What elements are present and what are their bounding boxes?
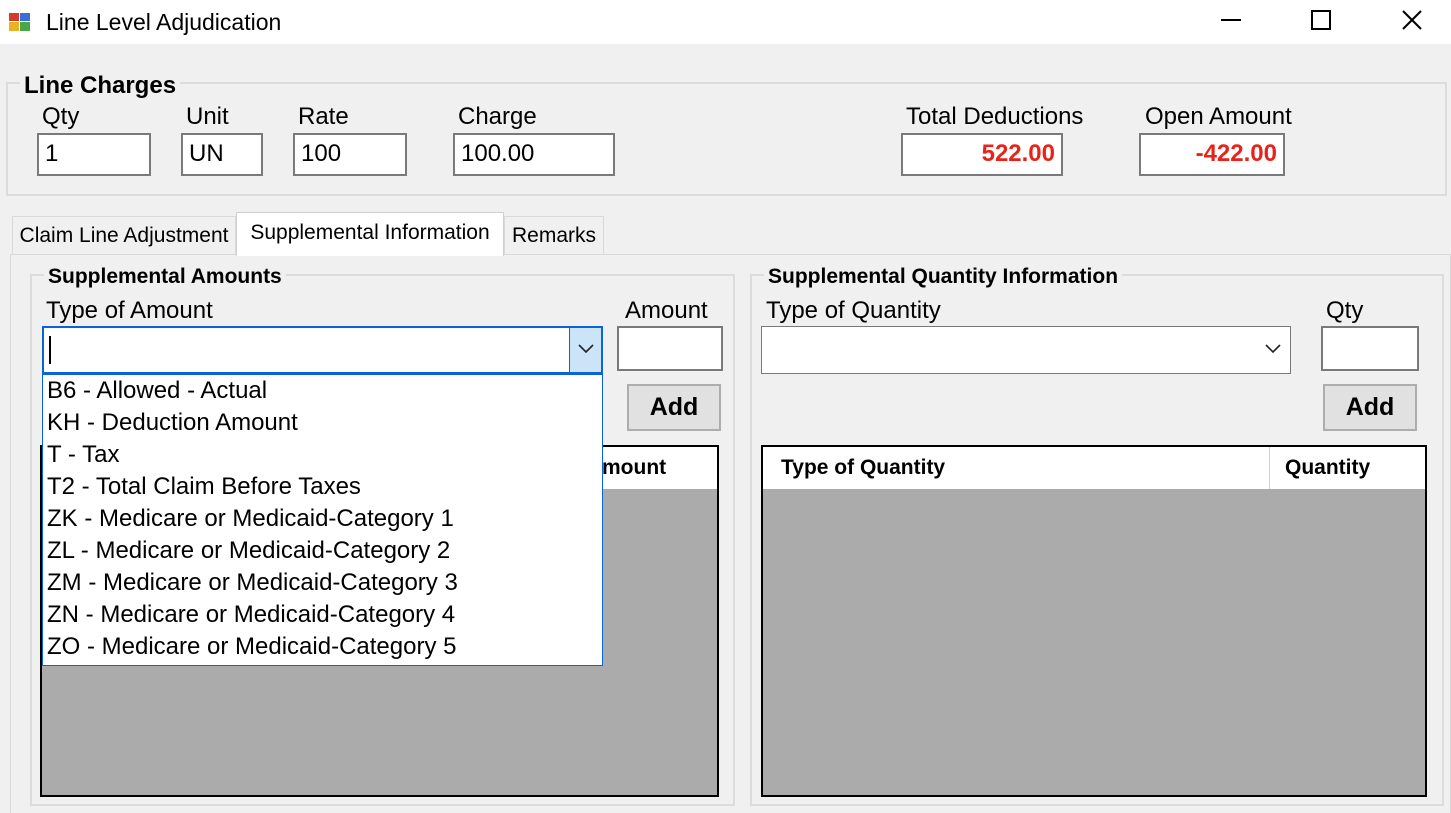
- quantity-grid-header: Type of Quantity Quantity: [763, 447, 1425, 489]
- open-amount-label: Open Amount: [1145, 103, 1292, 130]
- qty-field[interactable]: 1: [37, 133, 151, 176]
- unit-field[interactable]: UN: [181, 133, 263, 176]
- minimize-button[interactable]: [1200, 0, 1262, 44]
- type-of-amount-combo[interactable]: [42, 326, 603, 374]
- amount-field[interactable]: [617, 326, 723, 371]
- window-title: Line Level Adjudication: [46, 9, 282, 35]
- dropdown-option[interactable]: T2 - Total Claim Before Taxes: [43, 471, 602, 503]
- rate-label: Rate: [298, 103, 349, 130]
- quantity-column-header[interactable]: Quantity: [1285, 447, 1370, 489]
- total-deductions-label: Total Deductions: [906, 103, 1084, 130]
- title-bar: Line Level Adjudication: [0, 0, 1451, 44]
- line-charges-legend: Line Charges: [20, 72, 181, 100]
- open-amount-field: -422.00: [1139, 133, 1285, 176]
- tab-claim-line-adjustment[interactable]: Claim Line Adjustment: [12, 216, 236, 254]
- dropdown-option[interactable]: B6 - Allowed - Actual: [43, 375, 602, 407]
- dropdown-option[interactable]: ZO - Medicare or Medicaid-Category 5: [43, 631, 602, 663]
- type-of-amount-label: Type of Amount: [46, 297, 213, 324]
- minimize-icon: [1220, 9, 1242, 36]
- app-icon: [8, 11, 32, 33]
- text-caret: [49, 336, 51, 364]
- total-deductions-field: 522.00: [901, 133, 1063, 176]
- dropdown-option[interactable]: ZK - Medicare or Medicaid-Category 1: [43, 503, 602, 535]
- close-button[interactable]: [1381, 0, 1443, 44]
- type-of-quantity-column-header[interactable]: Type of Quantity: [781, 447, 945, 489]
- quantity-field[interactable]: [1321, 326, 1419, 371]
- supplemental-quantity-legend: Supplemental Quantity Information: [764, 264, 1123, 290]
- type-of-quantity-dropdown-button[interactable]: [1256, 327, 1290, 373]
- dropdown-option[interactable]: KH - Deduction Amount: [43, 407, 602, 439]
- column-divider: [1269, 447, 1270, 489]
- supplemental-quantity-grid: Type of Quantity Quantity: [761, 445, 1427, 797]
- chevron-down-icon: [1265, 341, 1281, 359]
- maximize-icon: [1310, 9, 1332, 36]
- chevron-down-icon: [577, 341, 594, 359]
- type-of-amount-dropdown-list: B6 - Allowed - Actual KH - Deduction Amo…: [42, 374, 603, 666]
- dropdown-option[interactable]: ZN - Medicare or Medicaid-Category 4: [43, 599, 602, 631]
- type-of-quantity-label: Type of Quantity: [766, 297, 941, 324]
- unit-label: Unit: [186, 103, 229, 130]
- close-icon: [1401, 9, 1423, 36]
- add-quantity-button[interactable]: Add: [1323, 384, 1417, 431]
- qty-label-quantity: Qty: [1326, 297, 1364, 324]
- tab-remarks[interactable]: Remarks: [504, 216, 604, 254]
- dropdown-option[interactable]: ZL - Medicare or Medicaid-Category 2: [43, 535, 602, 567]
- maximize-button[interactable]: [1290, 0, 1352, 44]
- amounts-grid-column-header[interactable]: mount: [602, 447, 666, 489]
- charge-field[interactable]: 100.00: [453, 133, 615, 176]
- add-amount-button[interactable]: Add: [627, 384, 721, 431]
- amount-label: Amount: [625, 297, 708, 324]
- qty-label: Qty: [42, 103, 80, 130]
- dropdown-option[interactable]: T - Tax: [43, 439, 602, 471]
- charge-label: Charge: [458, 103, 537, 130]
- tab-supplemental-information[interactable]: Supplemental Information: [236, 212, 504, 256]
- rate-field[interactable]: 100: [293, 133, 407, 176]
- type-of-amount-dropdown-button[interactable]: [569, 328, 601, 372]
- supplemental-amounts-legend: Supplemental Amounts: [44, 264, 286, 290]
- dropdown-option[interactable]: ZM - Medicare or Medicaid-Category 3: [43, 567, 602, 599]
- type-of-quantity-combo[interactable]: [761, 326, 1291, 374]
